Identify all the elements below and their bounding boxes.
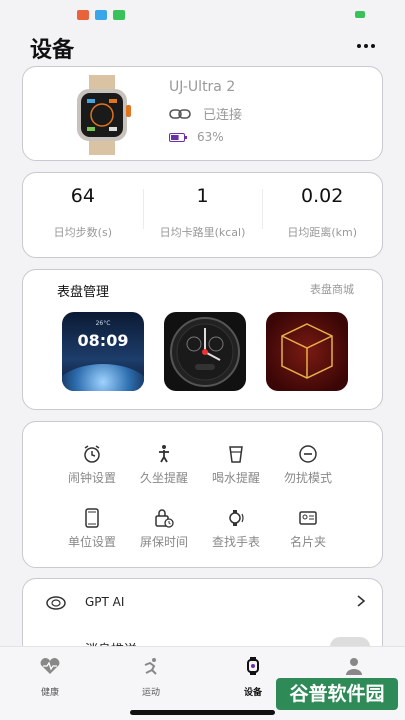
tools-card: 闹钟设置 久坐提醒 喝水提醒 勿扰模式 单位设置 屏保时间 查找手表 名片夹: [22, 421, 383, 568]
tab-label: 运动: [141, 688, 160, 698]
watch-face-cube[interactable]: [266, 312, 348, 391]
stat-value: 0.02: [301, 185, 344, 207]
stat-steps: 64 日均步数(s): [23, 173, 143, 257]
watch-face-analog[interactable]: [164, 312, 246, 391]
do-not-disturb-icon: [299, 445, 317, 463]
stat-distance: 0.02 日均距离(km): [262, 173, 382, 257]
tab-sports[interactable]: 运动: [121, 657, 181, 698]
business-card-button[interactable]: 名片夹: [263, 508, 353, 550]
stat-label: 日均步数(s): [53, 226, 112, 239]
battery-indicator: 63%: [169, 130, 224, 144]
health-heart-icon: [40, 658, 60, 674]
battery-status-icon: [355, 11, 365, 18]
chevron-right-icon[interactable]: [356, 594, 366, 608]
watch-face-store-link[interactable]: 表盘商城: [310, 281, 354, 297]
stat-calories: 1 日均卡路里(kcal): [142, 173, 263, 257]
stat-label: 日均距离(km): [287, 226, 358, 239]
find-watch-icon: [229, 510, 244, 526]
alarm-clock-icon: [84, 445, 100, 463]
tool-label: 勿扰模式: [283, 471, 332, 485]
battery-icon: [169, 132, 187, 142]
watch-face-time: 08:09: [77, 331, 129, 350]
video-app-icon: [77, 10, 89, 20]
watch-face-earth[interactable]: 26°C 08:09: [62, 312, 144, 391]
connection-status: 已连接: [169, 104, 242, 123]
running-icon: [144, 658, 157, 675]
earth-graphic: [62, 364, 144, 391]
analog-dial-graphic: [170, 317, 240, 387]
battery-percent: 63%: [197, 130, 224, 144]
tool-label: 名片夹: [289, 535, 326, 549]
browser-app-icon: [95, 10, 107, 20]
stat-label: 日均卡路里(kcal): [159, 226, 246, 239]
tab-label: 健康: [40, 688, 59, 698]
status-bar: [0, 0, 405, 26]
do-not-disturb-button[interactable]: 勿扰模式: [263, 444, 353, 486]
gpt-ai-label[interactable]: GPT AI: [85, 595, 124, 609]
link-icon: [169, 108, 191, 119]
cube-graphic: [281, 323, 333, 379]
watch-face-small-text: 26°C: [95, 320, 111, 327]
message-app-icon: [113, 10, 125, 20]
connection-status-text: 已连接: [203, 108, 243, 123]
device-card[interactable]: UJ-Ultra 2 已连接 63%: [22, 66, 383, 161]
tab-label: 设备: [243, 688, 262, 698]
watch-device-icon: [247, 657, 259, 675]
more-options-icon[interactable]: [357, 44, 375, 48]
tab-device[interactable]: 设备: [223, 657, 283, 698]
sedentary-person-icon: [159, 445, 169, 463]
watch-image: [77, 75, 131, 155]
header: 设备: [0, 30, 405, 64]
phone-unit-icon: [85, 508, 99, 528]
stat-value: 64: [70, 185, 95, 207]
watermark: 谷普软件园: [276, 678, 398, 710]
profile-icon: [346, 658, 362, 675]
watch-faces-title: 表盘管理: [57, 285, 110, 300]
business-card-icon: [299, 511, 317, 525]
water-cup-icon: [229, 446, 243, 463]
device-name: UJ-Ultra 2: [169, 79, 236, 95]
screen-lock-timer-icon: [155, 509, 174, 528]
home-indicator[interactable]: [130, 710, 275, 715]
gpt-ai-icon: [46, 596, 66, 610]
stats-card: 64 日均步数(s) 1 日均卡路里(kcal) 0.02 日均距离(km): [22, 172, 383, 258]
stat-value: 1: [196, 185, 209, 207]
tab-health[interactable]: 健康: [20, 657, 80, 698]
watch-faces-card: 表盘管理 表盘商城 26°C 08:09: [22, 269, 383, 410]
page-title: 设备: [30, 38, 75, 63]
